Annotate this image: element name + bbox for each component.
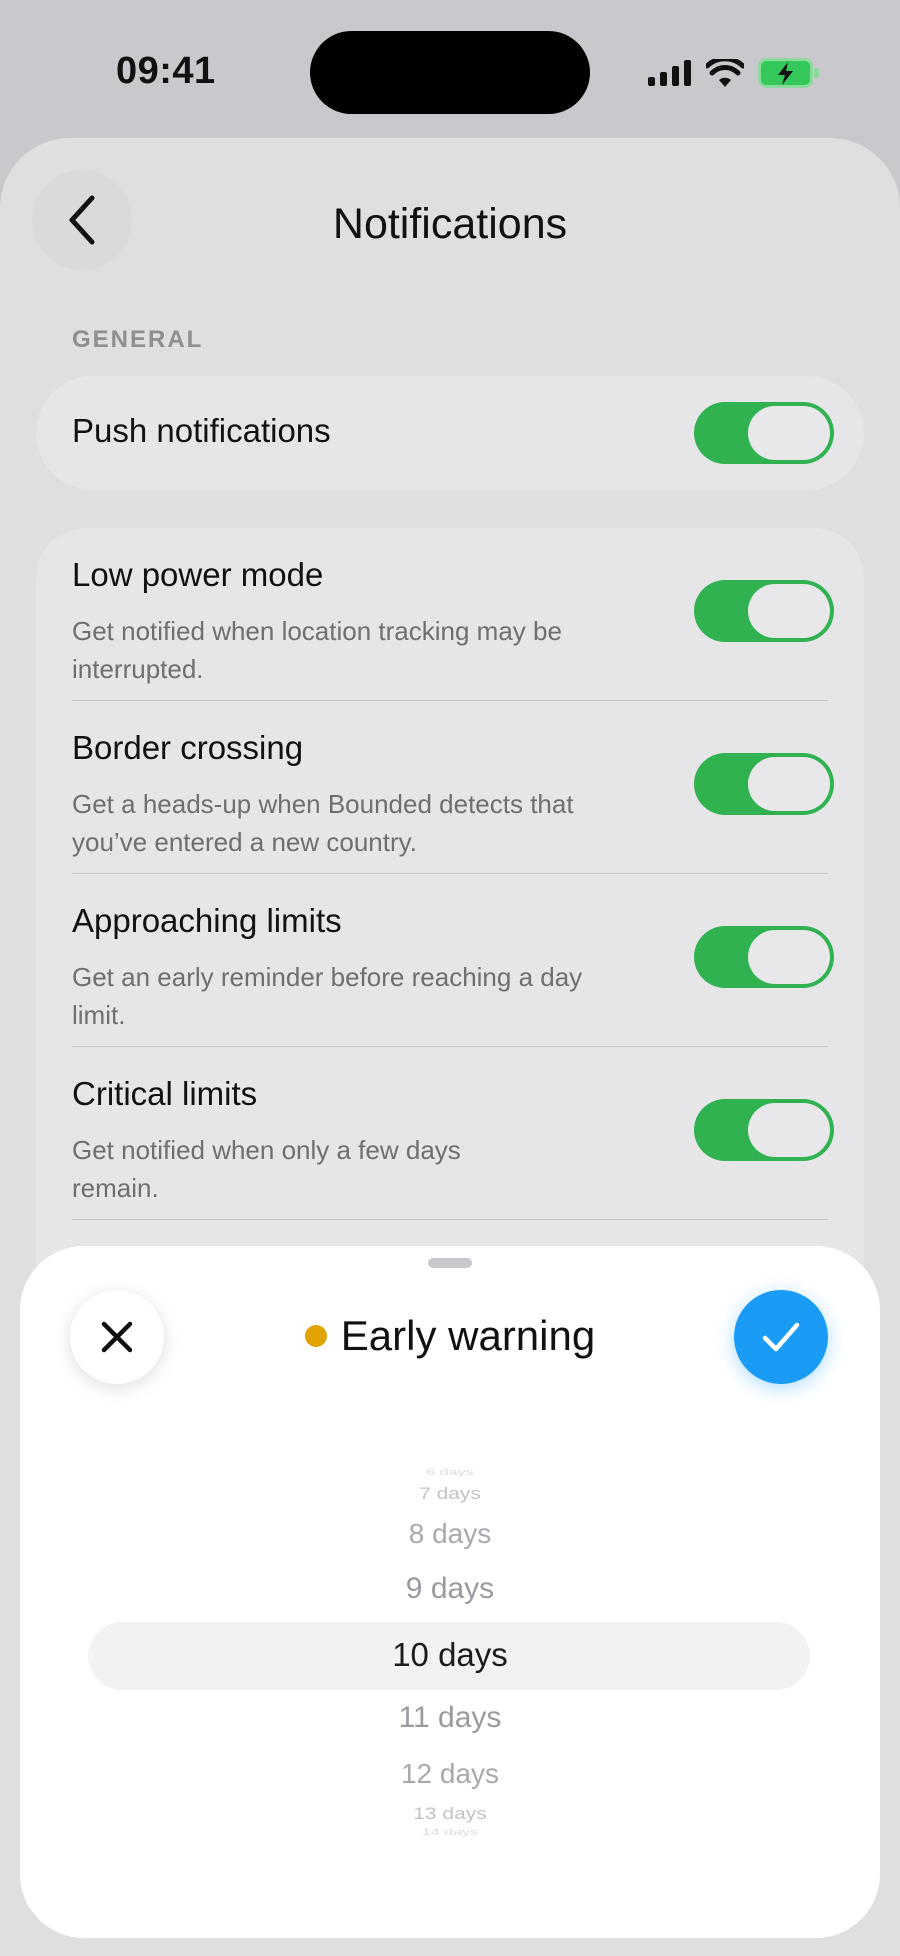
page-title: Notifications — [332, 200, 568, 248]
early-warning-sheet: Early warning 6 days 7 days 8 days 9 day… — [20, 1246, 880, 1938]
sheet-title: Early warning — [340, 1312, 596, 1359]
border-crossing-toggle[interactable] — [694, 753, 834, 815]
wifi-icon — [706, 59, 744, 87]
setting-title: Border crossing — [72, 729, 304, 766]
push-notifications-toggle[interactable] — [694, 402, 834, 464]
sheet-grabber[interactable] — [428, 1258, 472, 1268]
setting-description: Get an early reminder before reaching a … — [72, 962, 583, 1030]
setting-row-border-crossing: Border crossing Get a heads-up when Boun… — [36, 701, 864, 874]
confirm-button[interactable] — [734, 1290, 828, 1384]
low-power-mode-toggle[interactable] — [694, 580, 834, 642]
setting-row-approaching-limits: Approaching limits Get an early reminder… — [36, 874, 864, 1047]
picker-option-selected[interactable]: 10 days — [20, 1636, 880, 1674]
critical-limits-toggle[interactable] — [694, 1099, 834, 1161]
picker-option[interactable]: 7 days — [20, 1484, 880, 1503]
picker-option[interactable]: 6 days — [20, 1468, 880, 1478]
setting-description: Get notified when only a few days remain… — [72, 1135, 461, 1203]
signal-icon — [648, 60, 691, 86]
setting-title: Low power mode — [72, 556, 324, 593]
status-icons — [648, 58, 820, 88]
push-notifications-label: Push notifications — [72, 412, 331, 449]
picker-option[interactable]: 13 days — [20, 1804, 880, 1823]
setting-title: Critical limits — [72, 1075, 258, 1112]
setting-description: Get a heads-up when Bounded detects that… — [72, 789, 574, 857]
picker-option[interactable]: 12 days — [20, 1758, 880, 1790]
section-label-general: GENERAL — [72, 326, 204, 353]
picker-option[interactable]: 11 days — [20, 1701, 880, 1735]
push-notifications-card: Push notifications — [36, 376, 864, 490]
setting-description: Get notified when location tracking may … — [72, 616, 562, 684]
dynamic-island — [310, 31, 590, 114]
setting-title: Approaching limits — [72, 902, 342, 939]
divider — [72, 1219, 828, 1220]
status-dot — [304, 1325, 327, 1347]
battery-charging-icon — [758, 58, 819, 88]
checkmark-icon — [762, 1322, 800, 1352]
status-time: 09:41 — [116, 50, 216, 92]
picker-option[interactable]: 8 days — [20, 1518, 880, 1550]
approaching-limits-toggle[interactable] — [694, 926, 834, 988]
picker-option[interactable]: 9 days — [20, 1572, 880, 1606]
setting-row-low-power-mode: Low power mode Get notified when locatio… — [36, 528, 864, 701]
setting-row-critical-limits: Critical limits Get notified when only a… — [36, 1047, 864, 1220]
picker-option[interactable]: 14 days — [20, 1828, 880, 1838]
